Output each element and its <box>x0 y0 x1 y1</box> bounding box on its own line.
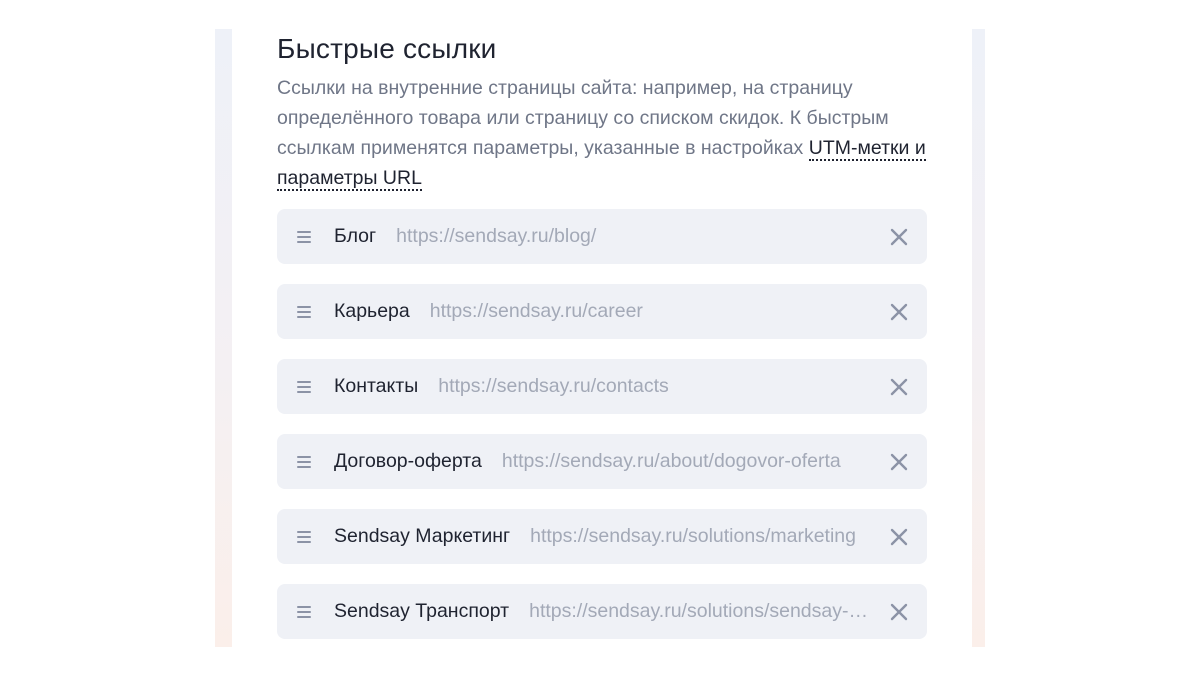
close-icon[interactable] <box>889 602 909 622</box>
close-icon[interactable] <box>889 227 909 247</box>
quick-link-url[interactable]: https://sendsay.ru/contacts <box>438 375 889 398</box>
description-text: Ссылки на внутренние страницы сайта: нап… <box>277 77 889 159</box>
section-description: Ссылки на внутренние страницы сайта: нап… <box>277 73 927 193</box>
quick-link-url[interactable]: https://sendsay.ru/about/dogovor-oferta <box>502 450 889 473</box>
drag-handle-icon[interactable] <box>297 380 311 393</box>
close-icon[interactable] <box>889 377 909 397</box>
quick-link-row: Договор-оферта https://sendsay.ru/about/… <box>277 434 927 489</box>
quick-link-name[interactable]: Sendsay Транспорт <box>334 600 509 623</box>
page: Быстрые ссылки Ссылки на внутренние стра… <box>0 0 1200 675</box>
quick-links-list: Блог https://sendsay.ru/blog/ Карьера ht… <box>277 209 927 659</box>
drag-handle-icon[interactable] <box>297 530 311 543</box>
drag-handle-icon[interactable] <box>297 305 311 318</box>
close-icon[interactable] <box>889 302 909 322</box>
quick-link-url[interactable]: https://sendsay.ru/career <box>430 300 889 323</box>
quick-links-section: Быстрые ссылки Ссылки на внутренние стра… <box>277 29 927 639</box>
quick-link-row: Блог https://sendsay.ru/blog/ <box>277 209 927 264</box>
quick-link-name[interactable]: Договор-оферта <box>334 450 482 473</box>
quick-link-name[interactable]: Карьера <box>334 300 410 323</box>
section-title: Быстрые ссылки <box>277 33 497 64</box>
quick-link-url[interactable]: https://sendsay.ru/blog/ <box>396 225 889 248</box>
drag-handle-icon[interactable] <box>297 230 311 243</box>
quick-link-url[interactable]: https://sendsay.ru/solutions/sendsay-tra… <box>529 600 889 623</box>
close-icon[interactable] <box>889 527 909 547</box>
quick-link-url[interactable]: https://sendsay.ru/solutions/marketing <box>530 525 889 548</box>
quick-link-name[interactable]: Блог <box>334 225 376 248</box>
settings-panel: Быстрые ссылки Ссылки на внутренние стра… <box>232 29 972 647</box>
quick-link-row: Контакты https://sendsay.ru/contacts <box>277 359 927 414</box>
quick-link-row: Карьера https://sendsay.ru/career <box>277 284 927 339</box>
quick-link-row: Sendsay Транспорт https://sendsay.ru/sol… <box>277 584 927 639</box>
quick-link-name[interactable]: Sendsay Маркетинг <box>334 525 510 548</box>
quick-link-name[interactable]: Контакты <box>334 375 418 398</box>
drag-handle-icon[interactable] <box>297 605 311 618</box>
quick-link-row: Sendsay Маркетинг https://sendsay.ru/sol… <box>277 509 927 564</box>
drag-handle-icon[interactable] <box>297 455 311 468</box>
close-icon[interactable] <box>889 452 909 472</box>
